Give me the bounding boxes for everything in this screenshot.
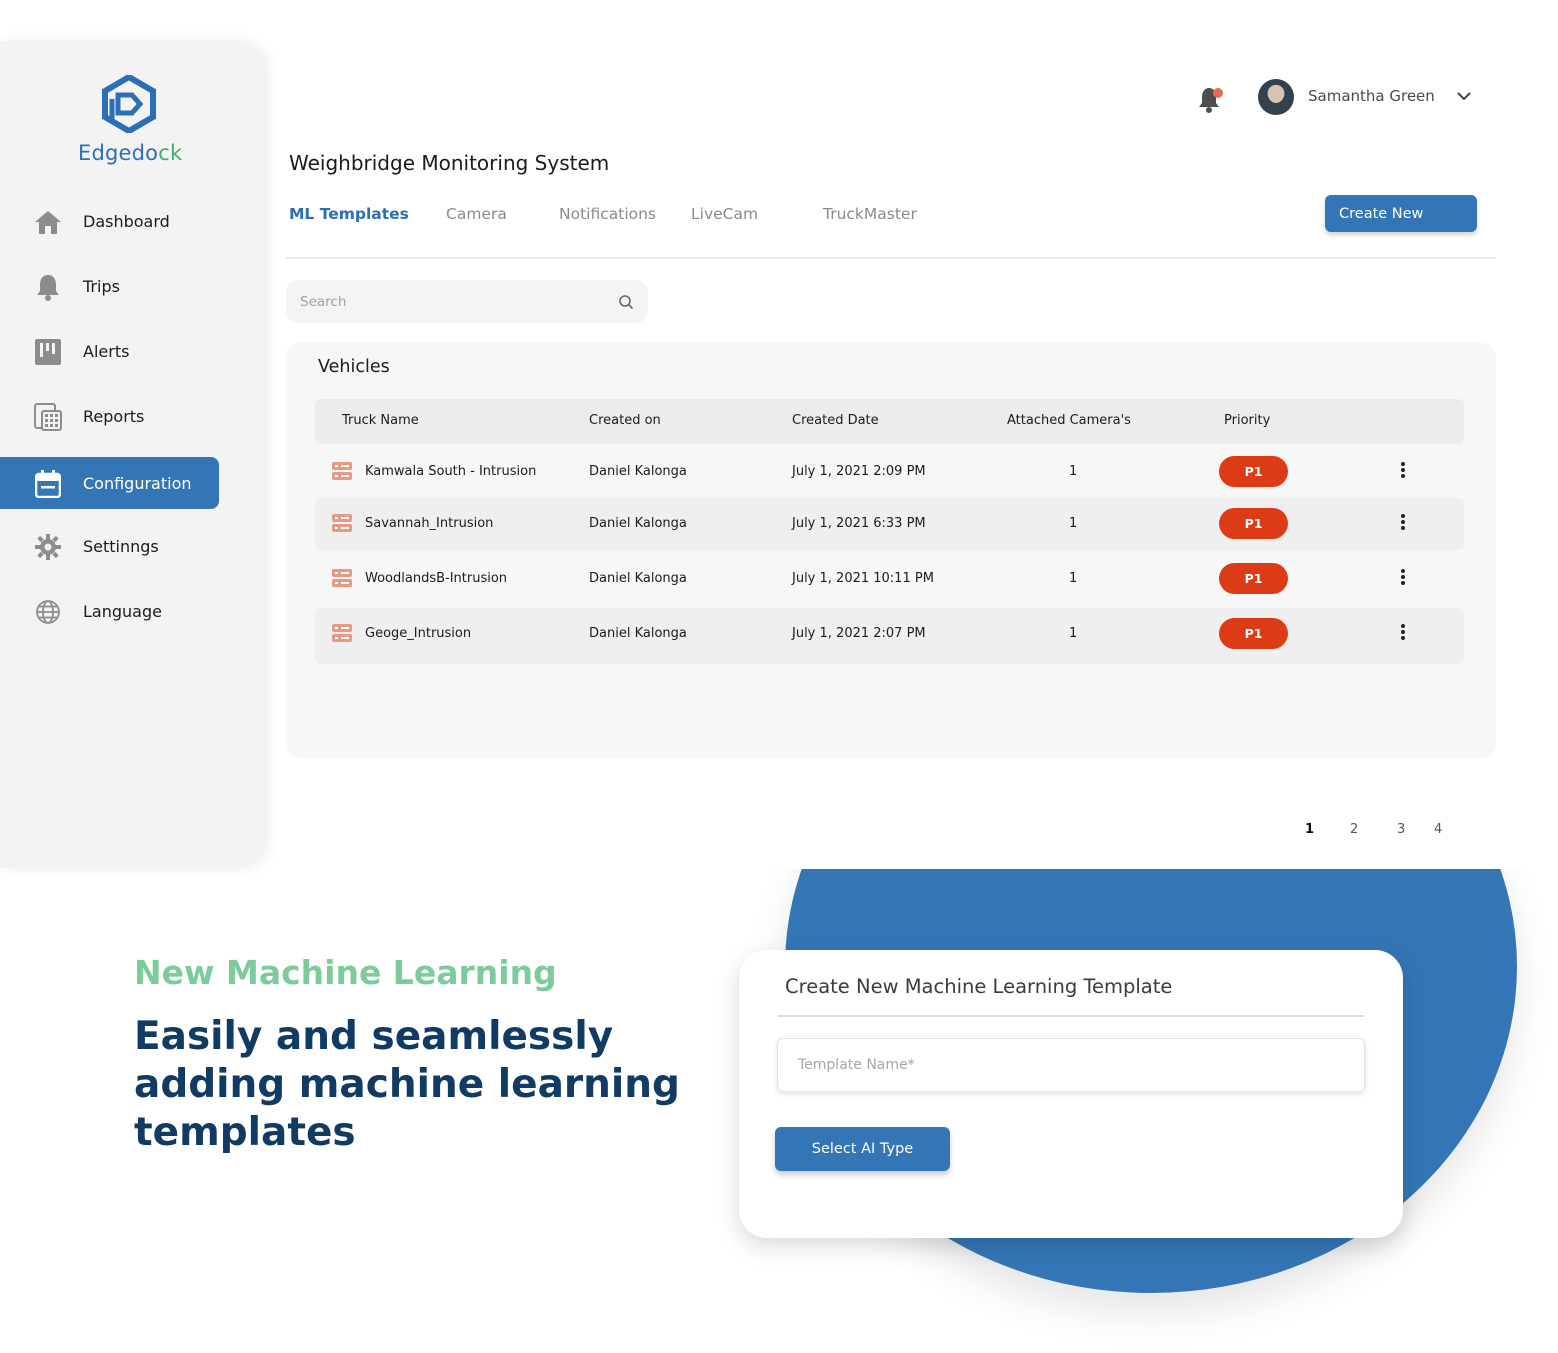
- sidebar-item-label: Trips: [83, 276, 120, 296]
- sidebar-item-label: Alerts: [83, 341, 130, 361]
- truck-name: Kamwala South - Intrusion: [365, 464, 537, 479]
- edgedock-logo-icon: [102, 75, 156, 133]
- priority-badge: P1: [1219, 508, 1288, 539]
- created-by: Daniel Kalonga: [589, 516, 687, 531]
- kanban-icon: [34, 338, 62, 366]
- brand-logo[interactable]: Edgedock: [78, 75, 188, 167]
- created-by: Daniel Kalonga: [589, 571, 687, 586]
- create-new-button[interactable]: Create New: [1325, 195, 1477, 232]
- modal-title: Create New Machine Learning Template: [785, 975, 1173, 998]
- truck-name: Geoge_Intrusion: [365, 626, 472, 641]
- camera-count: 1: [1069, 571, 1078, 586]
- more-options-icon[interactable]: [1397, 460, 1409, 482]
- calculator-icon: [34, 403, 62, 431]
- sidebar-item-configuration[interactable]: Configuration: [0, 457, 219, 509]
- page-link-4[interactable]: 4: [1434, 822, 1442, 837]
- sidebar-item-language[interactable]: Language: [0, 585, 219, 637]
- server-icon: [332, 514, 352, 532]
- sidebar: Edgedock Dashboard Trips Alerts Reports …: [0, 41, 264, 868]
- card-title: Vehicles: [318, 357, 390, 377]
- calendar-icon: [34, 470, 62, 498]
- globe-icon: [34, 598, 62, 626]
- column-header-created-date: Created Date: [792, 413, 879, 428]
- template-name-input[interactable]: [777, 1038, 1365, 1092]
- tab-divider: [286, 257, 1496, 259]
- sidebar-item-label: Language: [83, 601, 162, 621]
- column-header-truck-name: Truck Name: [342, 413, 419, 428]
- search-box: [286, 280, 648, 323]
- sidebar-item-reports[interactable]: Reports: [0, 390, 219, 442]
- priority-badge: P1: [1219, 618, 1288, 649]
- table-row[interactable]: Geoge_Intrusion Daniel Kalonga July 1, 2…: [315, 608, 1464, 664]
- promo-headline: Easily and seamlessly adding machine lea…: [134, 1014, 680, 1155]
- brand-name: Edgedock: [78, 141, 183, 165]
- table-row[interactable]: Savannah_Intrusion Daniel Kalonga July 1…: [315, 498, 1464, 550]
- bell-icon: [34, 273, 62, 301]
- created-date: July 1, 2021 2:07 PM: [792, 626, 926, 641]
- created-date: July 1, 2021 2:09 PM: [792, 464, 926, 479]
- tab-ml-templates[interactable]: ML Templates: [289, 205, 409, 223]
- tab-livecam[interactable]: LiveCam: [691, 205, 758, 223]
- page-link-2[interactable]: 2: [1350, 822, 1358, 837]
- sidebar-item-label: Configuration: [83, 473, 192, 493]
- promo-eyebrow: New Machine Learning: [134, 953, 557, 992]
- gear-icon: [34, 533, 62, 561]
- page-link-1[interactable]: 1: [1305, 822, 1314, 837]
- sidebar-item-label: Dashboard: [83, 211, 170, 231]
- sidebar-item-alerts[interactable]: Alerts: [0, 325, 219, 377]
- camera-count: 1: [1069, 626, 1078, 641]
- camera-count: 1: [1069, 464, 1078, 479]
- truck-name: WoodlandsB-Intrusion: [365, 571, 508, 586]
- vehicles-card: Vehicles Truck Name Created on Created D…: [286, 343, 1496, 758]
- created-by: Daniel Kalonga: [589, 464, 687, 479]
- sidebar-item-label: Settinngs: [83, 536, 159, 556]
- home-icon: [34, 208, 62, 236]
- sidebar-item-trips[interactable]: Trips: [0, 260, 219, 312]
- priority-badge: P1: [1219, 563, 1288, 594]
- more-options-icon[interactable]: [1397, 512, 1409, 534]
- server-icon: [332, 569, 352, 587]
- tab-truckmaster[interactable]: TruckMaster: [823, 205, 917, 223]
- priority-badge: P1: [1219, 456, 1288, 487]
- more-options-icon[interactable]: [1397, 622, 1409, 644]
- created-date: July 1, 2021 10:11 PM: [792, 571, 934, 586]
- tab-notifications[interactable]: Notifications: [559, 205, 656, 223]
- truck-name: Savannah_Intrusion: [365, 516, 494, 531]
- camera-count: 1: [1069, 516, 1078, 531]
- sidebar-item-dashboard[interactable]: Dashboard: [0, 195, 219, 247]
- bell-icon: [1199, 88, 1223, 113]
- column-header-attached-cameras: Attached Camera's: [1007, 413, 1131, 428]
- created-date: July 1, 2021 6:33 PM: [792, 516, 926, 531]
- page-link-3[interactable]: 3: [1397, 822, 1405, 837]
- page-title: Weighbridge Monitoring System: [289, 151, 610, 175]
- created-by: Daniel Kalonga: [589, 626, 687, 641]
- table-header: Truck Name Created on Created Date Attac…: [315, 399, 1464, 444]
- sidebar-item-settings[interactable]: Settinngs: [0, 520, 219, 572]
- notification-button[interactable]: [1197, 84, 1225, 114]
- create-template-modal: Create New Machine Learning Template Sel…: [739, 950, 1403, 1238]
- avatar[interactable]: [1258, 79, 1294, 115]
- more-options-icon[interactable]: [1397, 567, 1409, 589]
- server-icon: [332, 462, 352, 480]
- chevron-down-icon[interactable]: [1456, 90, 1472, 102]
- search-input[interactable]: [300, 291, 600, 313]
- select-ai-type-button[interactable]: Select AI Type: [775, 1127, 950, 1171]
- table-row[interactable]: Kamwala South - Intrusion Daniel Kalonga…: [315, 446, 1464, 498]
- column-header-priority: Priority: [1224, 413, 1271, 428]
- search-icon[interactable]: [618, 294, 634, 310]
- server-icon: [332, 624, 352, 642]
- sidebar-item-label: Reports: [83, 406, 145, 426]
- user-name[interactable]: Samantha Green: [1308, 87, 1435, 105]
- modal-divider: [778, 1015, 1364, 1017]
- column-header-created-on: Created on: [589, 413, 661, 428]
- table-row[interactable]: WoodlandsB-Intrusion Daniel Kalonga July…: [315, 553, 1464, 605]
- tab-camera[interactable]: Camera: [446, 205, 507, 223]
